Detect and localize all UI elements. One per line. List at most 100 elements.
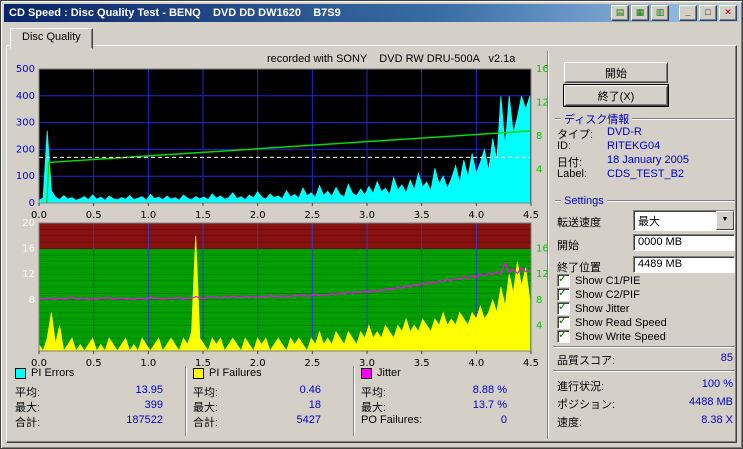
svg-text:100: 100 [16,171,35,182]
checkbox-label: Show Jitter [575,303,629,315]
stat-label: 平均: [15,384,40,400]
svg-text:1.0: 1.0 [140,358,156,369]
pif-jitter-chart-svg: 20161281612840.00.51.01.52.02.53.03.54.0… [11,213,551,375]
checkbox-show-c1-pie[interactable]: Show C1/PIE [557,274,640,287]
graph-icon-2[interactable]: ▦ [631,5,649,21]
recorded-with-label: recorded with SONY DVD RW DRU-500A v2.1a [267,53,515,65]
stat-label: 最大: [15,399,40,415]
disc-label-label: Label: [557,168,587,180]
stats-divider [185,366,187,436]
stat-value: 18 [241,399,321,411]
titlebar-buttons: ▤ ▦ ▥ _ □ ✕ [611,5,739,21]
svg-text:12: 12 [22,269,35,280]
position-value: 4488 MB [633,396,733,408]
exit-button-label: 終了(X) [598,88,635,104]
graph-icon-3[interactable]: ▥ [651,5,669,21]
disc-type-value: DVD-R [607,126,642,138]
window-title: CD Speed : Disc Quality Test - BENQ DVD … [9,7,341,19]
stat-value: 13.7 % [441,399,507,411]
stat-value: 187522 [71,414,163,426]
svg-text:8: 8 [29,295,35,306]
stat-label: 平均: [193,384,218,400]
svg-text:8: 8 [536,131,542,142]
pi-errors-speed-chart-svg: 50040030020010001612840.00.51.01.52.02.5… [11,59,551,221]
checkbox-checked-icon [557,330,570,343]
start-position-field[interactable]: 0000 MB [633,234,735,251]
app-window: CD Speed : Disc Quality Test - BENQ DVD … [0,0,743,449]
pi-errors-legend: PI Errors [15,367,74,379]
stat-label: 平均: [361,384,386,400]
legend-label: PI Failures [209,367,262,379]
checkbox-show-c2-pif[interactable]: Show C2/PIF [557,288,640,301]
minimize-icon: _ [685,7,690,17]
disc-label-value: CDS_TEST_B2 [607,168,684,180]
graph-icon-glyph: ▥ [656,7,665,17]
legend-label: PI Errors [31,367,74,379]
transfer-speed-value: 最大 [634,212,716,230]
svg-text:20: 20 [22,218,35,229]
end-position-field[interactable]: 4489 MB [633,256,735,273]
disc-date-value: 18 January 2005 [607,154,689,166]
stat-label: 合計: [15,414,40,430]
pi-errors-speed-chart: 50040030020010001612840.00.51.01.52.02.5… [11,59,551,224]
svg-text:16: 16 [22,244,35,255]
svg-text:4: 4 [536,320,542,331]
disc-info-header: ディスク情報 [555,111,735,127]
pi-failures-swatch [193,368,204,379]
svg-text:0.5: 0.5 [86,358,102,369]
close-button[interactable]: ✕ [719,5,737,21]
svg-text:0: 0 [29,198,35,209]
transfer-speed-select[interactable]: 最大 ▼ [633,210,735,231]
graph-icon-glyph: ▤ [616,7,625,17]
quality-score-value: 85 [633,352,733,364]
stat-value: 0 [441,414,507,426]
disc-info-header-label: ディスク情報 [564,111,629,127]
close-icon: ✕ [724,7,732,17]
svg-text:4.0: 4.0 [468,358,484,369]
stat-value: 399 [71,399,163,411]
settings-header: Settings [555,195,735,207]
titlebar[interactable]: CD Speed : Disc Quality Test - BENQ DVD … [4,4,739,22]
pi-errors-swatch [15,368,26,379]
minimize-button[interactable]: _ [679,5,697,21]
checkbox-show-write-speed[interactable]: Show Write Speed [557,330,666,343]
graph-icon-1[interactable]: ▤ [611,5,629,21]
stats-divider [353,366,355,436]
svg-text:400: 400 [16,91,35,102]
graph-icon-glyph: ▦ [636,7,645,17]
stat-value: 8.88 % [441,384,507,396]
stat-label: 合計: [193,414,218,430]
tab-disc-quality[interactable]: Disc Quality [10,28,93,49]
stat-value: 13.95 [71,384,163,396]
transfer-speed-label: 転送速度 [557,214,601,230]
svg-text:200: 200 [16,144,35,155]
start-position-label: 開始 [557,237,579,253]
chevron-down-icon[interactable]: ▼ [716,211,734,230]
progress-value: 100 % [633,378,733,390]
separator [553,346,735,348]
speed-value: 8.38 X [633,414,733,426]
start-button[interactable]: 開始 [564,62,668,83]
progress-label: 進行状況: [557,378,604,394]
svg-text:4.5: 4.5 [523,358,539,369]
disc-id-value: RITEKG04 [607,140,660,152]
legend-label: Jitter [377,367,401,379]
checkbox-label: Show Read Speed [575,317,667,329]
stat-label: 最大: [361,399,386,415]
maximize-icon: □ [705,7,710,17]
svg-text:3.5: 3.5 [414,358,430,369]
svg-text:500: 500 [16,64,35,75]
exit-button[interactable]: 終了(X) [564,85,668,106]
pi-failures-legend: PI Failures [193,367,262,379]
svg-text:2.5: 2.5 [304,358,320,369]
checkbox-label: Show C1/PIE [575,275,640,287]
tab-label: Disc Quality [22,31,81,43]
pif-jitter-chart: 20161281612840.00.51.01.52.02.53.03.54.0… [11,213,551,378]
checkbox-show-read-speed[interactable]: Show Read Speed [557,316,667,329]
stat-label: 最大: [193,399,218,415]
stat-value: 5427 [241,414,321,426]
checkbox-show-jitter[interactable]: Show Jitter [557,302,629,315]
disc-id-label: ID: [557,140,571,152]
settings-header-label: Settings [564,195,604,207]
maximize-button[interactable]: □ [699,5,717,21]
